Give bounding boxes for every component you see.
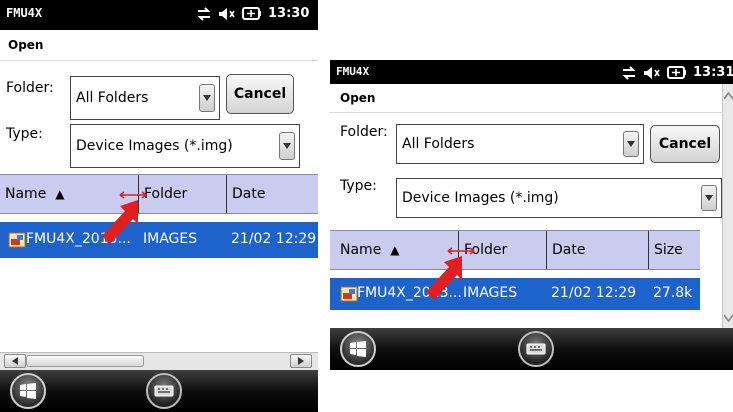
column-header: Name ▲ Folder Date Size (330, 230, 700, 270)
table-row[interactable]: FMU4X_2013... IMAGES 21/02 12:29 27.8k (330, 278, 700, 310)
status-icons: 13:31 (621, 65, 733, 80)
folder-combo[interactable]: All Folders (70, 76, 220, 120)
chevron-up-icon[interactable] (724, 92, 733, 100)
file-size: 27.8k (653, 285, 693, 301)
column-date[interactable]: Date (546, 231, 648, 269)
screenshot-left: FMU4X 13:30 Open Folder: All Folders Can… (0, 0, 318, 412)
status-icons: 13:30 (196, 6, 309, 21)
type-value: Device Images (*.img) (76, 138, 233, 154)
taskbar (330, 328, 733, 370)
chevron-down-icon[interactable] (623, 131, 639, 157)
file-folder: IMAGES (143, 231, 198, 247)
clock: 13:31 (693, 65, 733, 80)
battery-icon[interactable] (667, 66, 687, 79)
file-date: 21/02 12:29 (231, 231, 317, 247)
table-row[interactable]: FMU4X_2013... IMAGES 21/02 12:29 (0, 222, 318, 258)
scroll-right-button[interactable] (290, 354, 312, 368)
file-date: 21/02 12:29 (551, 285, 637, 301)
cancel-button[interactable]: Cancel (650, 125, 720, 163)
speaker-muted-icon[interactable] (643, 66, 661, 80)
clock: 13:30 (268, 6, 310, 21)
scroll-left-button[interactable] (4, 354, 26, 368)
battery-icon[interactable] (242, 7, 262, 20)
column-size[interactable]: Size (648, 231, 700, 269)
chevron-down-icon[interactable] (199, 84, 215, 112)
folder-combo[interactable]: All Folders (396, 124, 644, 164)
taskbar (0, 370, 318, 412)
status-bar: FMU4X 13:30 (0, 0, 318, 30)
column-date[interactable]: Date (226, 175, 318, 213)
menu-open[interactable]: Open (340, 91, 375, 105)
screenshot-right: FMU4X 13:31 Open Folder: All Folders Can… (330, 60, 733, 370)
sync-arrows-icon[interactable] (621, 65, 637, 80)
menu-bar: Open (330, 84, 733, 113)
sort-ascending-icon: ▲ (55, 187, 65, 201)
red-pointer-arrow-icon (426, 256, 462, 300)
column-folder[interactable]: Folder (138, 175, 226, 213)
file-folder: IMAGES (463, 285, 518, 301)
menu-open[interactable]: Open (8, 38, 43, 52)
menu-bar: Open (0, 30, 318, 61)
type-combo[interactable]: Device Images (*.img) (396, 178, 722, 218)
image-file-icon (8, 232, 26, 248)
app-title: FMU4X (336, 65, 370, 78)
folder-label: Folder: (340, 124, 388, 140)
type-label: Type: (6, 126, 43, 142)
app-title: FMU4X (6, 6, 43, 20)
folder-value: All Folders (402, 136, 475, 152)
keyboard-icon[interactable] (146, 373, 182, 409)
chevron-down-icon[interactable] (701, 185, 717, 211)
cancel-button[interactable]: Cancel (226, 74, 294, 114)
vertical-scrollbar[interactable] (722, 84, 733, 328)
status-bar: FMU4X 13:31 (330, 60, 733, 84)
speaker-muted-icon[interactable] (218, 7, 236, 21)
type-value: Device Images (*.img) (402, 190, 559, 206)
keyboard-icon[interactable] (518, 331, 554, 367)
image-file-icon (340, 286, 358, 302)
windows-start-icon[interactable] (10, 373, 46, 409)
folder-label: Folder: (6, 80, 54, 96)
red-pointer-arrow-icon (102, 200, 138, 244)
type-label: Type: (340, 178, 377, 194)
type-combo[interactable]: Device Images (*.img) (70, 124, 300, 168)
scrollbar-thumb[interactable] (26, 355, 144, 367)
chevron-down-icon[interactable] (724, 314, 733, 322)
sync-arrows-icon[interactable] (196, 6, 212, 21)
windows-start-icon[interactable] (340, 331, 376, 367)
folder-value: All Folders (76, 90, 149, 106)
horizontal-scrollbar[interactable] (0, 352, 318, 371)
chevron-down-icon[interactable] (279, 132, 295, 160)
column-header: Name ▲ Folder Date (0, 174, 318, 214)
sort-ascending-icon: ▲ (390, 243, 400, 257)
